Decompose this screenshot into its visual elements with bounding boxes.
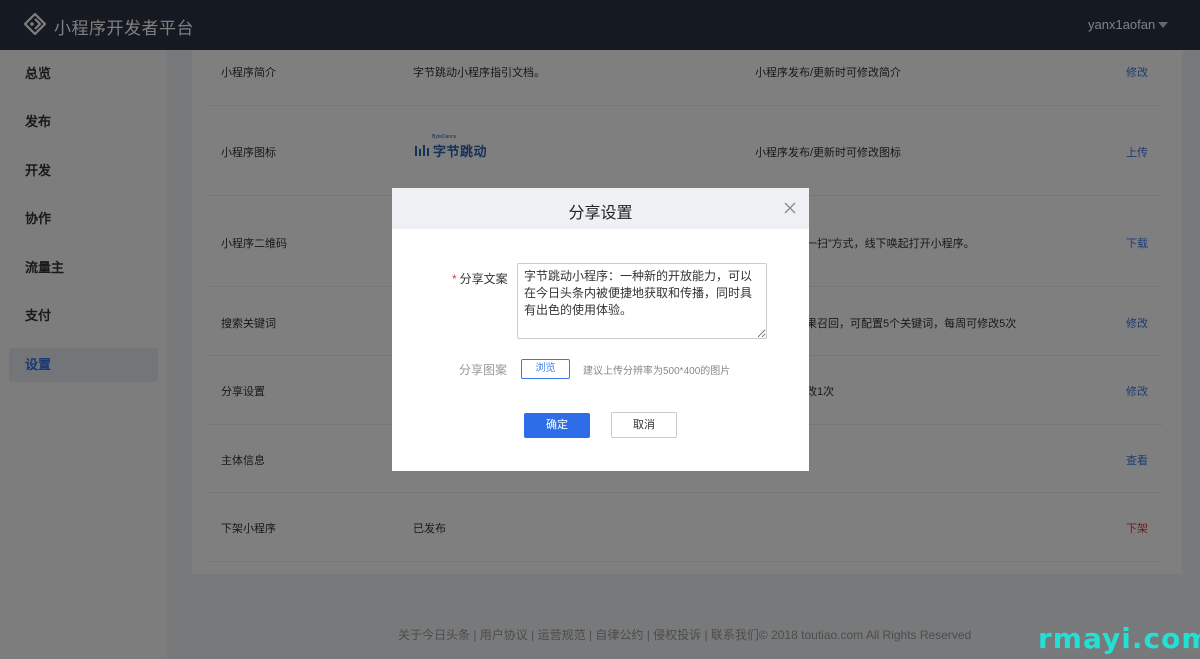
- cancel-button[interactable]: 取消: [611, 412, 677, 438]
- close-icon[interactable]: [783, 201, 797, 215]
- dialog-title: 分享设置: [568, 205, 633, 222]
- confirm-button[interactable]: 确定: [524, 413, 590, 438]
- share-settings-dialog: 分享设置 * 分享文案 字节跳动小程序：一种新的开放能力，可以在今日头条内被便捷地…: [392, 188, 809, 471]
- watermark: rmayi.com: [1038, 622, 1200, 655]
- share-text-label: * 分享文案: [452, 270, 508, 287]
- share-text-input[interactable]: 字节跳动小程序：一种新的开放能力，可以在今日头条内被便捷地获取和传播，同时具有出…: [517, 263, 767, 339]
- required-star: *: [452, 272, 457, 286]
- share-text-label-text: 分享文案: [459, 272, 508, 286]
- upload-hint: 建议上传分辨率为500*400的图片: [583, 366, 731, 377]
- share-image-label: 分享图案: [459, 363, 508, 377]
- dialog-header: 分享设置: [392, 188, 809, 229]
- browse-button[interactable]: 浏览: [521, 359, 570, 379]
